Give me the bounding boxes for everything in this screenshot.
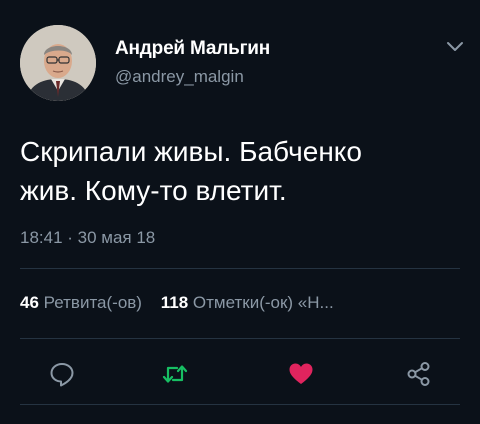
divider (20, 338, 460, 339)
tweet-card: Андрей Мальгин @andrey_malgin Скрипали ж… (0, 0, 480, 424)
tweet-stats: 46 Ретвита(-ов) 118 Отметки(-ок) «Н... (20, 293, 334, 313)
heart-icon (289, 363, 313, 384)
retweets-count[interactable]: 46 (20, 293, 39, 312)
chevron-down-icon[interactable] (446, 40, 464, 54)
tweet-timestamp[interactable]: 18:41 · 30 мая 18 (20, 228, 155, 248)
tweet-text-line-2: жив. Кому-то влетит. (20, 175, 287, 206)
avatar-portrait (20, 25, 96, 101)
share-icon (407, 362, 430, 386)
tweet-text-line-1: Скрипали живы. Бабченко (20, 136, 362, 167)
reply-button[interactable] (48, 360, 76, 388)
share-button[interactable] (405, 360, 433, 388)
divider (20, 268, 460, 269)
tweet-text: Скрипали живы. Бабченко жив. Кому-то вле… (20, 132, 460, 210)
retweet-icon (162, 365, 188, 383)
retweet-button[interactable] (161, 360, 189, 388)
retweets-label[interactable]: Ретвита(-ов) (44, 293, 142, 312)
divider (20, 404, 460, 405)
reply-icon (50, 363, 74, 387)
author-handle[interactable]: @andrey_malgin (115, 67, 244, 87)
avatar[interactable] (20, 25, 96, 101)
like-button[interactable] (287, 360, 315, 388)
likes-label[interactable]: Отметки(-ок) «Н... (193, 293, 334, 312)
author-name[interactable]: Андрей Мальгин (115, 38, 270, 60)
likes-count[interactable]: 118 (161, 293, 188, 312)
